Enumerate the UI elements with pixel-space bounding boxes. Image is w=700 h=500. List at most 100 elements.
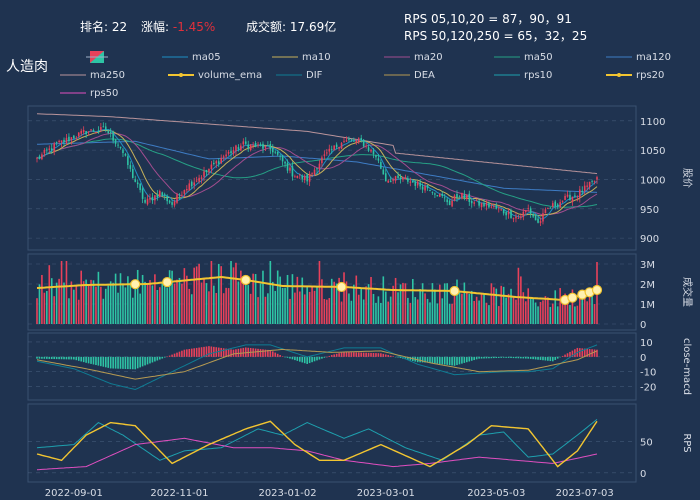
macd-hist-bar [82, 356, 85, 363]
candle-body [183, 190, 186, 194]
candle-body [377, 158, 380, 161]
candle-body [350, 139, 353, 141]
candle-body [259, 144, 262, 146]
volume-bar [235, 262, 237, 324]
volume-bar [203, 277, 205, 324]
candle-body [58, 140, 60, 142]
candle-body [171, 202, 173, 205]
macd-hist-bar [203, 346, 205, 357]
volume-bar [200, 282, 203, 324]
candle-body [95, 132, 97, 133]
candle-body [483, 203, 485, 207]
candle-body [539, 221, 542, 223]
volume-bar [144, 281, 146, 324]
candle-body [227, 151, 230, 154]
candle-body [547, 207, 549, 209]
macd-hist-bar [522, 356, 525, 359]
volume-bar [505, 297, 507, 324]
macd-hist-bar [141, 356, 144, 367]
candle-body [436, 195, 439, 197]
volume-bar [41, 274, 43, 324]
candle-body [181, 194, 183, 196]
legend-label-ma120: ma120 [636, 52, 671, 63]
volume-bar [355, 275, 358, 324]
macd-hist-bar [387, 355, 390, 357]
volume-bar [173, 283, 176, 324]
candle-body [556, 204, 559, 207]
volume-bar [65, 261, 68, 324]
volume-bar [299, 291, 301, 324]
candle-body [46, 149, 48, 151]
volume-bar [122, 283, 124, 324]
candle-body [392, 179, 394, 181]
candle-body [380, 161, 382, 169]
macd-hist-bar [294, 356, 296, 361]
macd-hist-bar [124, 356, 127, 369]
panel-frame-price [27, 105, 637, 251]
candle-body [500, 209, 503, 211]
volume-bar [102, 298, 105, 324]
macd-hist-bar [443, 356, 446, 365]
stock-chart: ma05 ma10 ma20 ma50 ma120 ma250 volume_ema DIF D… [27, 51, 694, 499]
candle-body [411, 180, 414, 183]
volume-bar [500, 285, 503, 324]
panel-frame-rps [27, 403, 637, 483]
candle-body [520, 216, 522, 218]
candle-body [387, 180, 390, 183]
candle-body [360, 138, 363, 141]
volume-bar [232, 267, 235, 324]
macd-hist-bar [350, 352, 353, 357]
volume-bar [493, 287, 495, 324]
volume-bar [195, 266, 198, 324]
candle-body [507, 211, 510, 215]
macd-hist-bar [149, 356, 151, 364]
macd-hist-bar [436, 356, 439, 364]
macd-hist-bar [502, 356, 505, 358]
candle-body [97, 130, 100, 132]
macd-hist-bar [242, 347, 245, 357]
macd-hist-bar [448, 356, 451, 366]
ma05-line [36, 128, 598, 220]
candle-body [446, 199, 448, 203]
macd-hist-bar [301, 356, 304, 363]
macd-hist-bar [144, 356, 146, 366]
volume-bar [159, 287, 161, 324]
macd-hist-bar [195, 347, 198, 357]
y-tick-macd: -20 [640, 383, 656, 394]
volume-bar [129, 282, 132, 324]
macd-hist-bar [581, 348, 584, 357]
candle-body [407, 178, 409, 182]
macd-hist-bar [441, 356, 444, 365]
macd-hist-bar [461, 356, 463, 364]
volume-bar [473, 300, 475, 324]
candle-body [375, 155, 377, 158]
macd-hist-bar [392, 356, 394, 357]
candle-body [90, 129, 92, 131]
macd-hist-bar [136, 356, 139, 369]
candle-body [583, 185, 586, 191]
candle-body [100, 127, 102, 131]
candle-body [112, 132, 114, 141]
macd-hist-bar [527, 356, 530, 359]
volume-bar [480, 294, 483, 324]
volume-bar [382, 276, 385, 324]
volume-bar [43, 292, 46, 324]
volume-bar [80, 270, 83, 324]
volume-bar [112, 282, 114, 324]
candle-body [510, 210, 512, 218]
macd-hist-bar [100, 356, 102, 367]
volume-bar [414, 297, 417, 324]
candle-body [478, 200, 480, 206]
macd-hist-bar [429, 356, 431, 363]
candle-body [242, 141, 245, 145]
volume-bar [380, 302, 382, 324]
macd-hist-bar [372, 353, 375, 357]
candle-body [85, 130, 87, 135]
volume-bar [520, 276, 522, 324]
candle-body [163, 194, 166, 196]
volume-bar [55, 282, 58, 324]
macd-hist-bar [159, 356, 161, 360]
volume-bar [554, 290, 557, 324]
candle-body [217, 161, 220, 164]
candle-body [448, 200, 451, 205]
